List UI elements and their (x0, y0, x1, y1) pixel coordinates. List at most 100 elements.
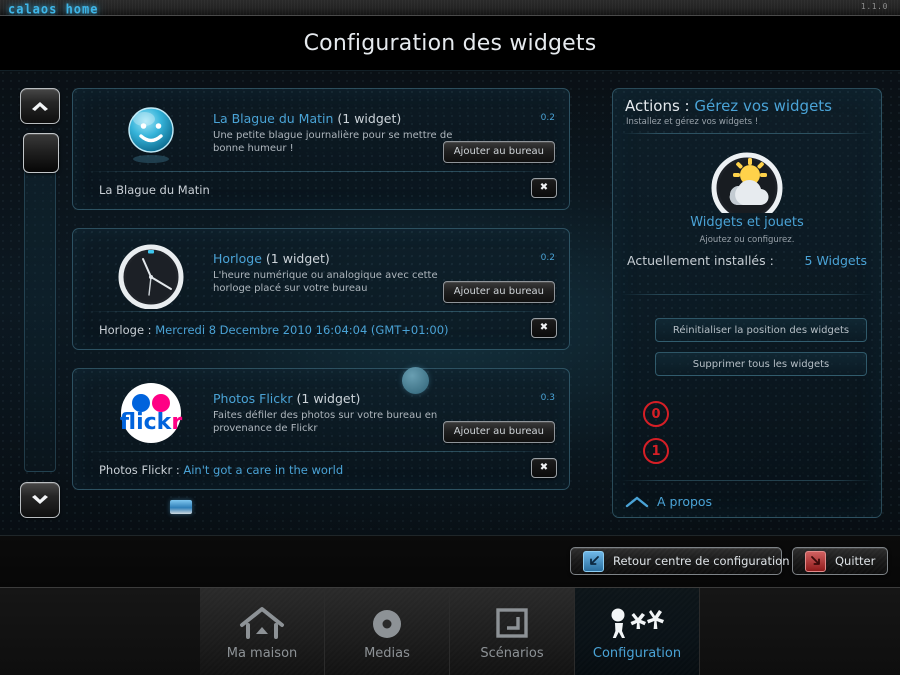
actions-separator-2 (621, 294, 873, 295)
add-to-desktop-button[interactable]: Ajouter au bureau (442, 281, 555, 303)
spiral-icon (494, 604, 530, 640)
actions-separator (621, 133, 873, 134)
widget-description: Faites défiler des photos sur votre bure… (213, 410, 438, 434)
widget-version: 0.2 (540, 113, 555, 123)
delete-all-widgets-button[interactable]: Supprimer tous les widgets (655, 352, 867, 376)
scrollbar-track[interactable] (23, 133, 59, 472)
app-logo: calaos home (8, 1, 99, 17)
remove-widget-button[interactable]: ✖ (531, 178, 557, 198)
about-link[interactable]: A propos (625, 494, 712, 509)
scroll-position-indicator[interactable] (402, 367, 429, 394)
widget-title: Photos Flickr (1 widget) (213, 391, 360, 406)
widget-title: La Blague du Matin (1 widget) (213, 111, 401, 126)
flickr-logo-icon: flickr (115, 377, 187, 449)
widget-count: (1 widget) (296, 391, 361, 406)
arrow-down-left-icon (583, 550, 604, 572)
installed-label: Actuellement installés : (627, 253, 774, 268)
svg-text:flickr: flickr (120, 410, 183, 435)
list-scrollbar[interactable] (20, 88, 60, 518)
widget-description: L'heure numérique ou analogique avec cet… (213, 270, 438, 294)
widget-card[interactable]: Horloge (1 widget) L'heure numérique ou … (72, 228, 570, 350)
app-window: calaos home 1.1.0 Configuration des widg… (0, 0, 900, 675)
widget-card-header: La Blague du Matin (1 widget) Une petite… (73, 89, 569, 171)
nav-label: Ma maison (226, 645, 298, 661)
widget-instance-label: Horloge : Mercredi 8 Decembre 2010 16:04… (99, 323, 449, 337)
scroll-up-button[interactable] (20, 88, 60, 124)
instance-name: Horloge : (99, 323, 156, 337)
bottom-navigation: Ma maison Medias Scénarios Configuration (0, 587, 900, 675)
nav-left-spacer (0, 588, 201, 675)
hero-subtitle: Ajoutez ou configurez. (699, 235, 795, 245)
widget-card[interactable]: flickr Photos Flickr (1 widget) Faites d… (72, 368, 570, 490)
annotation-marker-1: 1 (643, 438, 669, 464)
actions-subtitle: Installez et gérez vos widgets ! (626, 117, 759, 127)
actions-header: Actions : Gérez vos widgets Installez et… (613, 89, 881, 133)
actions-panel: Actions : Gérez vos widgets Installez et… (612, 88, 882, 518)
about-label: A propos (657, 494, 713, 509)
widget-card[interactable]: La Blague du Matin (1 widget) Une petite… (72, 88, 570, 210)
actions-title: Actions : Gérez vos widgets (625, 97, 832, 115)
instance-name: Photos Flickr : (99, 463, 184, 477)
nav-item-ma-maison[interactable]: Ma maison (200, 588, 325, 675)
widget-count: (1 widget) (265, 251, 330, 266)
widget-name: Photos Flickr (213, 391, 293, 406)
widget-instance-row: Horloge : Mercredi 8 Decembre 2010 16:04… (73, 311, 569, 350)
widget-instance-row: Photos Flickr : Ain't got a care in the … (73, 451, 569, 490)
remove-widget-button[interactable]: ✖ (531, 458, 557, 478)
nav-item-scenarios[interactable]: Scénarios (450, 588, 575, 675)
nav-item-medias[interactable]: Medias (325, 588, 450, 675)
footer-button-strip: Retour centre de configuration Quitter (0, 535, 900, 588)
title-bar: calaos home 1.1.0 (0, 0, 900, 17)
actions-title-value: Gérez vos widgets (694, 97, 832, 115)
chevron-up-icon (625, 495, 649, 507)
page-title: Configuration des widgets (303, 30, 597, 56)
nav-right-spacer (699, 588, 900, 675)
clock-icon (115, 237, 187, 309)
scrollbar-thumb[interactable] (23, 133, 59, 173)
nav-item-configuration[interactable]: Configuration (575, 588, 700, 675)
actions-title-prefix: Actions : (625, 97, 695, 115)
actions-separator-3 (621, 480, 873, 481)
add-to-desktop-button[interactable]: Ajouter au bureau (442, 421, 555, 443)
back-button-label: Retour centre de configuration (613, 554, 790, 568)
instance-value: Mercredi 8 Decembre 2010 16:04:04 (GMT+0… (155, 323, 449, 337)
nav-label: Medias (364, 645, 410, 661)
widget-title: Horloge (1 widget) (213, 251, 330, 266)
installed-count-row: Actuellement installés : 5 Widgets (627, 253, 867, 275)
widget-description: Une petite blague journalière pour se me… (213, 130, 453, 154)
quit-button[interactable]: Quitter (792, 547, 888, 575)
widget-card-header: flickr Photos Flickr (1 widget) Faites d… (73, 369, 569, 451)
gears-people-icon (609, 604, 665, 640)
widget-instance-row: La Blague du Matin ✖ (73, 171, 569, 210)
chevron-down-icon (32, 495, 48, 504)
widget-version: 0.3 (540, 393, 555, 403)
nav-label: Configuration (592, 645, 682, 661)
installed-value: 5 Widgets (804, 253, 867, 268)
widget-name: Horloge (213, 251, 262, 266)
widget-card-header: Horloge (1 widget) L'heure numérique ou … (73, 229, 569, 311)
widget-version: 0.2 (540, 253, 555, 263)
instance-value: Ain't got a care in the world (183, 463, 344, 477)
add-to-desktop-button[interactable]: Ajouter au bureau (442, 141, 555, 163)
scroll-down-button[interactable] (20, 482, 60, 518)
widget-count: (1 widget) (337, 111, 402, 126)
version-label: 1.1.0 (860, 2, 888, 11)
reset-widget-positions-button[interactable]: Réinitialiser la position des widgets (655, 318, 867, 342)
back-to-config-center-button[interactable]: Retour centre de configuration (570, 547, 789, 575)
nav-items: Ma maison Medias Scénarios Configuration (200, 588, 700, 675)
widget-name: La Blague du Matin (213, 111, 334, 126)
quit-button-label: Quitter (835, 554, 876, 568)
remove-widget-button[interactable]: ✖ (531, 318, 557, 338)
widget-instance-label: Photos Flickr : Ain't got a care in the … (99, 463, 343, 477)
arrow-down-right-icon (805, 550, 826, 572)
smiley-face-icon (115, 97, 187, 169)
chevron-up-icon (32, 102, 48, 111)
hero-title: Widgets et jouets (690, 215, 804, 230)
widget-instance-label: La Blague du Matin (99, 183, 210, 197)
next-widget-peek-icon (170, 500, 192, 514)
house-icon (239, 604, 285, 640)
widget-list[interactable]: La Blague du Matin (1 widget) Une petite… (72, 88, 592, 518)
sun-cloud-widget-icon (704, 145, 790, 213)
annotation-marker-0: 0 (643, 401, 669, 427)
disc-icon (369, 604, 405, 640)
